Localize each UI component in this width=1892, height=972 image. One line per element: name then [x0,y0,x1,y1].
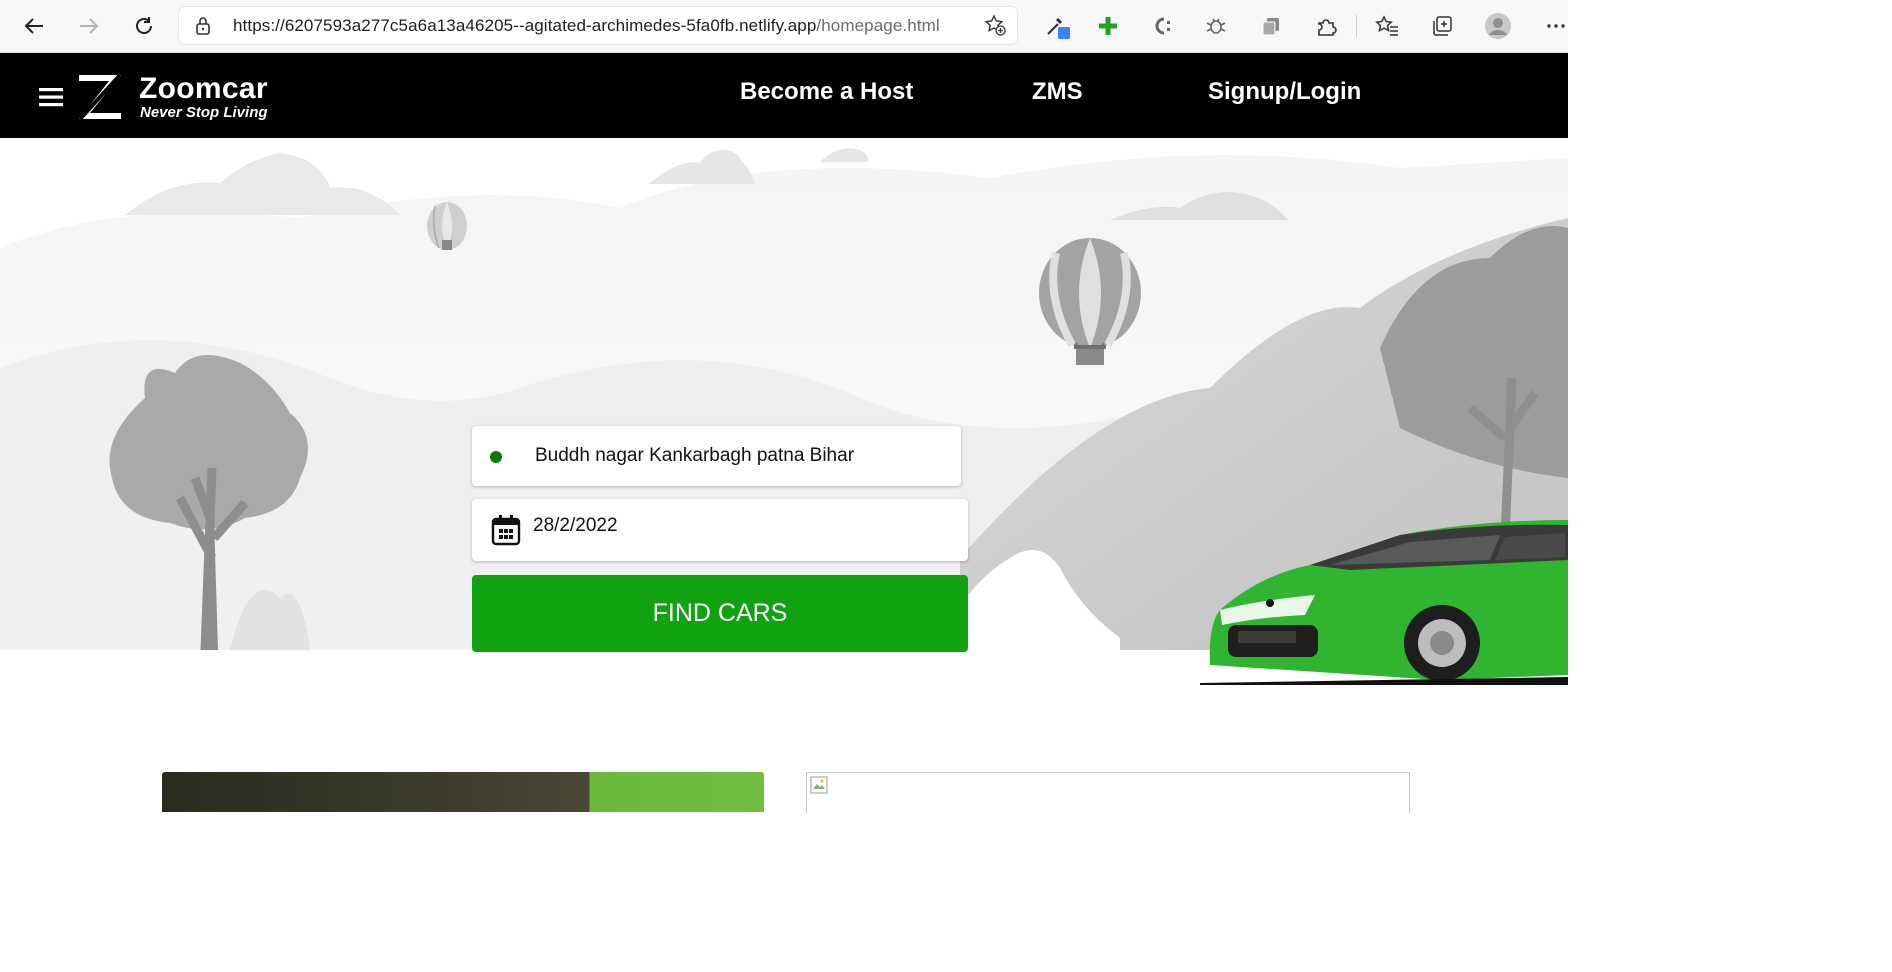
collections-icon[interactable] [1426,10,1458,42]
profile-avatar[interactable] [1482,10,1514,42]
forward-icon[interactable] [73,10,105,42]
lock-icon[interactable] [195,16,211,40]
brand-tagline: Never Stop Living [140,104,268,121]
nav-zms[interactable]: ZMS [1032,78,1083,106]
location-field[interactable]: Buddh nagar Kankarbagh patna Bihar [472,426,961,486]
toolbar-separator [1356,15,1357,37]
extension-c-icon[interactable] [1146,10,1178,42]
promo-card-image[interactable] [162,772,764,812]
menu-icon[interactable] [39,87,63,112]
bug-icon[interactable] [1200,10,1232,42]
location-value[interactable]: Buddh nagar Kankarbagh patna Bihar [535,445,854,467]
url-path: /homepage.html [816,16,940,35]
broken-image-icon [810,776,828,794]
more-icon[interactable] [1540,10,1572,42]
find-cars-button[interactable]: FIND CARS [472,575,968,652]
broken-image-card[interactable] [806,772,1410,813]
calendar-icon[interactable] [491,514,521,551]
favorites-icon[interactable] [1371,10,1403,42]
copy-icon[interactable] [1255,10,1287,42]
eyedropper-icon[interactable] [1042,10,1074,42]
favorite-add-icon[interactable] [983,13,1007,42]
browser-toolbar: https://6207593a277c5a6a13a46205--agitat… [0,0,1568,53]
location-dot-icon [490,451,502,463]
car-illustration [1200,520,1568,685]
nav-signup-login[interactable]: Signup/Login [1208,78,1361,106]
nav-become-a-host[interactable]: Become a Host [740,78,913,106]
puzzle-icon[interactable] [1310,10,1342,42]
date-field[interactable]: 28/2/2022 [472,499,968,561]
back-icon[interactable] [18,10,50,42]
date-value[interactable]: 28/2/2022 [533,515,618,537]
zoomcar-logo-icon[interactable] [76,73,124,126]
refresh-icon[interactable] [128,10,160,42]
address-bar[interactable]: https://6207593a277c5a6a13a46205--agitat… [179,7,1017,44]
url-text: https://6207593a277c5a6a13a46205--agitat… [233,16,940,36]
plus-icon[interactable] [1092,10,1124,42]
brand-name[interactable]: Zoomcar [139,72,268,106]
url-host: https://6207593a277c5a6a13a46205--agitat… [233,16,817,35]
